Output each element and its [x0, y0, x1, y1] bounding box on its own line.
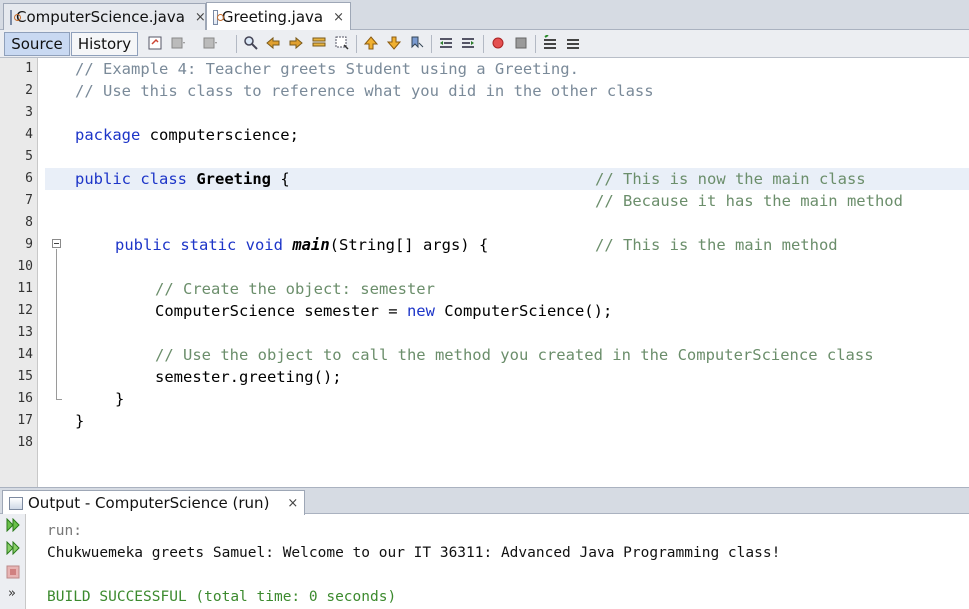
stop-macro-icon[interactable]: [513, 35, 529, 51]
line-number: 16: [17, 391, 33, 406]
java-file-icon: [213, 9, 224, 25]
line-number: 9: [25, 237, 33, 252]
code-comment: // This is the main method: [595, 236, 838, 254]
code-line-16: }: [115, 390, 125, 408]
tab-label: ComputerScience.java: [16, 8, 185, 26]
code-comment: // This is now the main class: [595, 170, 866, 188]
output-run-line: run:: [47, 523, 82, 539]
java-file-icon: [10, 9, 21, 25]
source-button[interactable]: Source: [4, 32, 70, 56]
code-line-12: ComputerScience semester = new ComputerS…: [155, 300, 612, 322]
line-number: 2: [25, 83, 33, 98]
line-number: 17: [17, 413, 33, 428]
shift-right-icon[interactable]: [460, 35, 476, 51]
forward-icon[interactable]: [202, 35, 218, 51]
output-tab[interactable]: Output - ComputerScience (run) ×: [2, 490, 306, 515]
more-icon[interactable]: »: [8, 586, 16, 601]
line-number: 8: [25, 215, 33, 230]
editor-toolbar: Source History: [0, 30, 969, 58]
previous-bookmark-icon[interactable]: [363, 35, 379, 51]
keyword: package: [75, 126, 141, 144]
code-text: {: [270, 170, 290, 188]
find-previous-icon[interactable]: [265, 35, 281, 51]
code-text: (String[] args) {: [329, 236, 489, 254]
output-tab-label: Output - ComputerScience (run): [28, 494, 270, 512]
shift-left-icon[interactable]: [438, 35, 454, 51]
line-number: 7: [25, 193, 33, 208]
uncomment-icon[interactable]: [565, 35, 581, 51]
keyword: public class: [75, 170, 187, 188]
code-text: ComputerScience semester =: [155, 302, 407, 320]
line-number: 15: [17, 369, 33, 384]
output-side-toolbar: »: [0, 514, 26, 609]
line-number: 5: [25, 149, 33, 164]
find-next-icon[interactable]: [288, 35, 304, 51]
start-macro-icon[interactable]: [490, 35, 506, 51]
keyword: public static void: [115, 236, 283, 254]
code-line-17: }: [75, 412, 85, 430]
toolbar-separator: [236, 35, 237, 53]
find-selection-icon[interactable]: [311, 35, 327, 51]
toolbar-separator: [535, 35, 536, 53]
rerun-with-options-icon[interactable]: [6, 541, 20, 555]
code-text: computerscience;: [140, 126, 299, 144]
close-icon[interactable]: ×: [287, 496, 298, 511]
close-icon[interactable]: ×: [195, 10, 206, 25]
tab-computerscience-java[interactable]: ComputerScience.java ×: [3, 3, 206, 30]
output-window-icon: [9, 496, 23, 510]
code-line-1: // Example 4: Teacher greets Student usi…: [75, 60, 579, 78]
output-message-line: Chukwuemeka greets Samuel: Welcome to ou…: [47, 545, 781, 561]
keyword: new: [406, 302, 435, 320]
code-line-2: // Use this class to reference what you …: [75, 82, 654, 100]
method-name: main: [292, 236, 330, 254]
line-number: 3: [25, 105, 33, 120]
line-number: 18: [17, 435, 33, 450]
last-edit-icon[interactable]: [147, 35, 163, 51]
toggle-highlight-icon[interactable]: [334, 35, 350, 51]
next-bookmark-icon[interactable]: [386, 35, 402, 51]
line-number: 6: [25, 171, 33, 186]
code-line-15: semester.greeting();: [155, 368, 342, 386]
code-line-14: // Use the object to call the method you…: [155, 346, 874, 364]
toolbar-separator: [483, 35, 484, 53]
tab-label: Greeting.java: [221, 8, 324, 26]
code-line-6: public class Greeting {: [75, 168, 290, 190]
output-tab-bar: Output - ComputerScience (run) ×: [0, 487, 969, 515]
stop-icon[interactable]: [6, 565, 20, 579]
tab-greeting-java[interactable]: Greeting.java ×: [206, 2, 351, 31]
line-number: 4: [25, 127, 33, 142]
code-text: ComputerScience();: [434, 302, 613, 320]
code-line-4: package computerscience;: [75, 124, 299, 146]
back-icon[interactable]: [170, 35, 186, 51]
class-name: Greeting: [196, 170, 271, 188]
toolbar-separator: [356, 35, 357, 53]
line-number: 13: [17, 325, 33, 340]
close-icon[interactable]: ×: [333, 10, 344, 25]
code-comment: // Because it has the main method: [595, 192, 903, 210]
output-build-line: BUILD SUCCESSFUL (total time: 0 seconds): [47, 589, 397, 605]
find-icon[interactable]: [243, 35, 259, 51]
comment-icon[interactable]: [542, 35, 558, 51]
editor-tab-bar: ComputerScience.java × Greeting.java ×: [0, 0, 969, 31]
rerun-icon[interactable]: [6, 518, 20, 532]
code-editor[interactable]: // Example 4: Teacher greets Student usi…: [45, 58, 969, 487]
toolbar-separator: [431, 35, 432, 53]
line-number: 12: [17, 303, 33, 318]
line-number: 10: [17, 259, 33, 274]
toggle-bookmark-icon[interactable]: [409, 35, 425, 51]
line-number: 1: [25, 61, 33, 76]
code-line-11: // Create the object: semester: [155, 280, 435, 298]
history-button[interactable]: History: [71, 32, 138, 56]
line-number-gutter: 1 2 3 4 5 6 7 8 9 10 11 12 13 14 15 16 1…: [0, 58, 38, 487]
code-line-9: public static void main(String[] args) {: [115, 234, 488, 256]
line-number: 14: [17, 347, 33, 362]
line-number: 11: [17, 281, 33, 296]
